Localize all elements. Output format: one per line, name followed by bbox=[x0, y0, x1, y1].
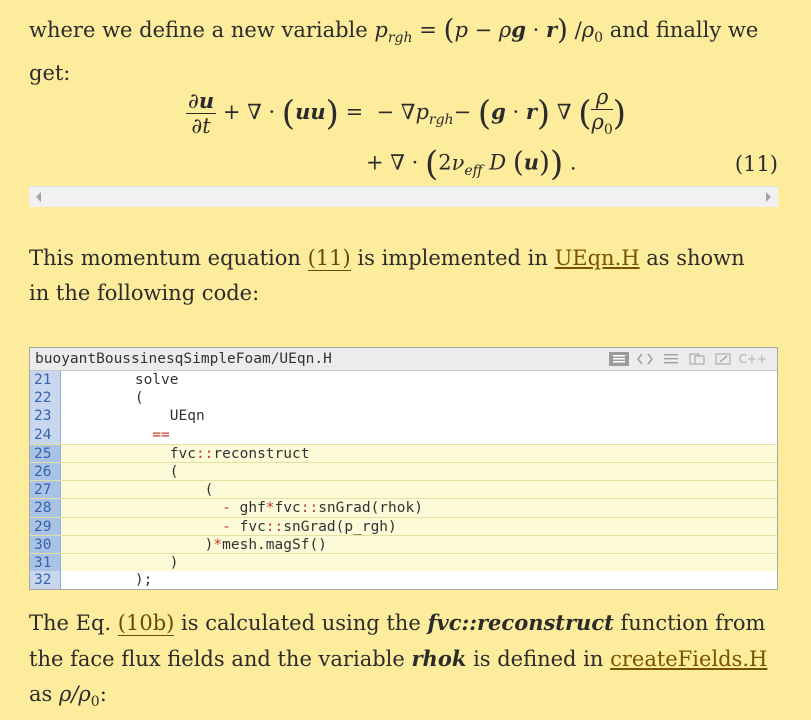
code-line: 21 solve bbox=[30, 371, 777, 390]
code-text: - ghf*fvc::snGrad(rhok) bbox=[222, 500, 423, 517]
code-text: == bbox=[152, 426, 170, 443]
line-number: 32 bbox=[30, 571, 61, 590]
code-text: solve bbox=[65, 372, 179, 388]
code-text: ( bbox=[65, 463, 179, 480]
code-line: 32 ); bbox=[30, 571, 777, 590]
line-number: 22 bbox=[30, 389, 61, 408]
code-line: 24 == bbox=[30, 425, 777, 444]
line-number: 25 bbox=[30, 444, 61, 462]
line-number: 28 bbox=[30, 499, 61, 517]
equation-number: (11) bbox=[734, 152, 778, 176]
code-file-path: buoyantBoussinesqSimpleFoam/UEqn.H bbox=[35, 351, 332, 367]
wrap-lines-icon[interactable] bbox=[661, 352, 681, 366]
code-text: ( bbox=[65, 482, 214, 499]
code-text: )*mesh.magSf() bbox=[65, 536, 327, 553]
code-text: ( bbox=[65, 390, 144, 407]
implementation-paragraph: This momentum equation (11) is implement… bbox=[29, 246, 745, 305]
code-text: ); bbox=[65, 572, 153, 589]
line-number: 24 bbox=[30, 425, 61, 444]
view-source-icon[interactable] bbox=[608, 352, 629, 366]
code-toolbar: C++ bbox=[608, 351, 768, 367]
code-text: - fvc::snGrad(p_rgh) bbox=[222, 518, 397, 535]
variable-name: rhok bbox=[411, 646, 467, 671]
intro-text: where we define a new variable bbox=[29, 18, 368, 42]
code-line: 25 fvc::reconstruct bbox=[30, 443, 777, 462]
code-text: fvc::reconstruct bbox=[65, 445, 310, 462]
language-label: C++ bbox=[738, 352, 768, 366]
code-text: UEqn bbox=[65, 408, 205, 425]
createfields-link[interactable]: createFields.H bbox=[610, 647, 767, 671]
line-number: 29 bbox=[30, 517, 61, 535]
popout-icon[interactable] bbox=[713, 352, 733, 366]
code-text: ) bbox=[65, 554, 179, 571]
equation-line-2: + ∇ · (2νeff D (u)) . bbox=[366, 144, 577, 184]
line-number: 27 bbox=[30, 481, 61, 499]
line-number: 26 bbox=[30, 462, 61, 481]
equation-line-1: ∂u ∂t + ∇ · (uu) = − ∇prgh− (g · r) ∇ (ρ ρ… bbox=[186, 85, 627, 139]
line-number: 30 bbox=[30, 535, 61, 553]
equation-scrollbar[interactable] bbox=[29, 186, 778, 207]
code-line: 26 ( bbox=[30, 461, 777, 481]
scroll-left-arrow-icon[interactable] bbox=[36, 192, 41, 202]
line-number: 31 bbox=[30, 553, 61, 572]
prgh-definition: prgh = (p − ρg · r) /ρ0 bbox=[374, 13, 604, 47]
function-name: fvc::reconstruct bbox=[427, 610, 614, 635]
code-line: 27 ( bbox=[30, 480, 777, 499]
ueqn-link[interactable]: UEqn.H bbox=[555, 246, 640, 270]
line-number: 23 bbox=[30, 407, 61, 426]
code-line: 28 - ghf*fvc::snGrad(rhok) bbox=[30, 498, 777, 517]
rho-ratio: ρ/ρ0 bbox=[58, 682, 100, 711]
equation-10b-link[interactable]: (10b) bbox=[117, 611, 175, 636]
reconstruct-paragraph: The Eq. (10b) is calculated using the fv… bbox=[29, 610, 768, 711]
scroll-right-arrow-icon[interactable] bbox=[766, 192, 771, 202]
code-lines: 21 solve 22 (23 UEqn 24 == 25 fvc::reconstr… bbox=[30, 371, 777, 590]
momentum-equation: ∂u ∂t + ∇ · (uu) = − ∇prgh− (g · r) ∇ (ρ ρ… bbox=[29, 80, 778, 185]
equation-11-link[interactable]: (11) bbox=[307, 246, 351, 271]
code-line: 22 ( bbox=[30, 389, 777, 408]
code-line: 30 )*mesh.magSf() bbox=[30, 534, 777, 553]
code-line: 29 - fvc::snGrad(p_rgh) bbox=[30, 516, 777, 535]
copy-icon[interactable] bbox=[687, 352, 707, 366]
line-number: 21 bbox=[30, 371, 61, 390]
code-title-bar: buoyantBoussinesqSimpleFoam/UEqn.H C++ bbox=[30, 348, 777, 371]
code-line: 23 UEqn bbox=[30, 407, 777, 426]
code-line: 31 ) bbox=[30, 552, 777, 572]
code-block: buoyantBoussinesqSimpleFoam/UEqn.H C++ 2… bbox=[29, 347, 778, 590]
code-brackets-icon[interactable] bbox=[635, 352, 655, 366]
